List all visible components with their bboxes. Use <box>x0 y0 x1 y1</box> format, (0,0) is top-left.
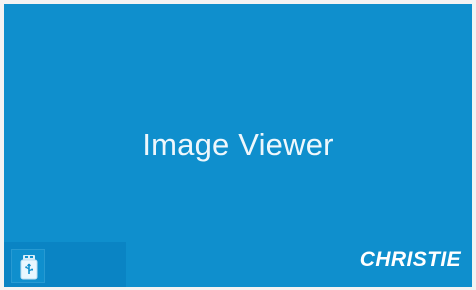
page-title: Image Viewer <box>142 127 334 162</box>
usb-drive-icon <box>20 255 38 280</box>
image-viewer-screen: Image Viewer CHRISTIE <box>4 4 472 287</box>
christie-logo: CHRISTIE <box>359 248 461 271</box>
usb-drive-button[interactable] <box>11 249 45 283</box>
usb-panel <box>4 242 126 287</box>
footer-bar: CHRISTIE <box>4 242 472 287</box>
